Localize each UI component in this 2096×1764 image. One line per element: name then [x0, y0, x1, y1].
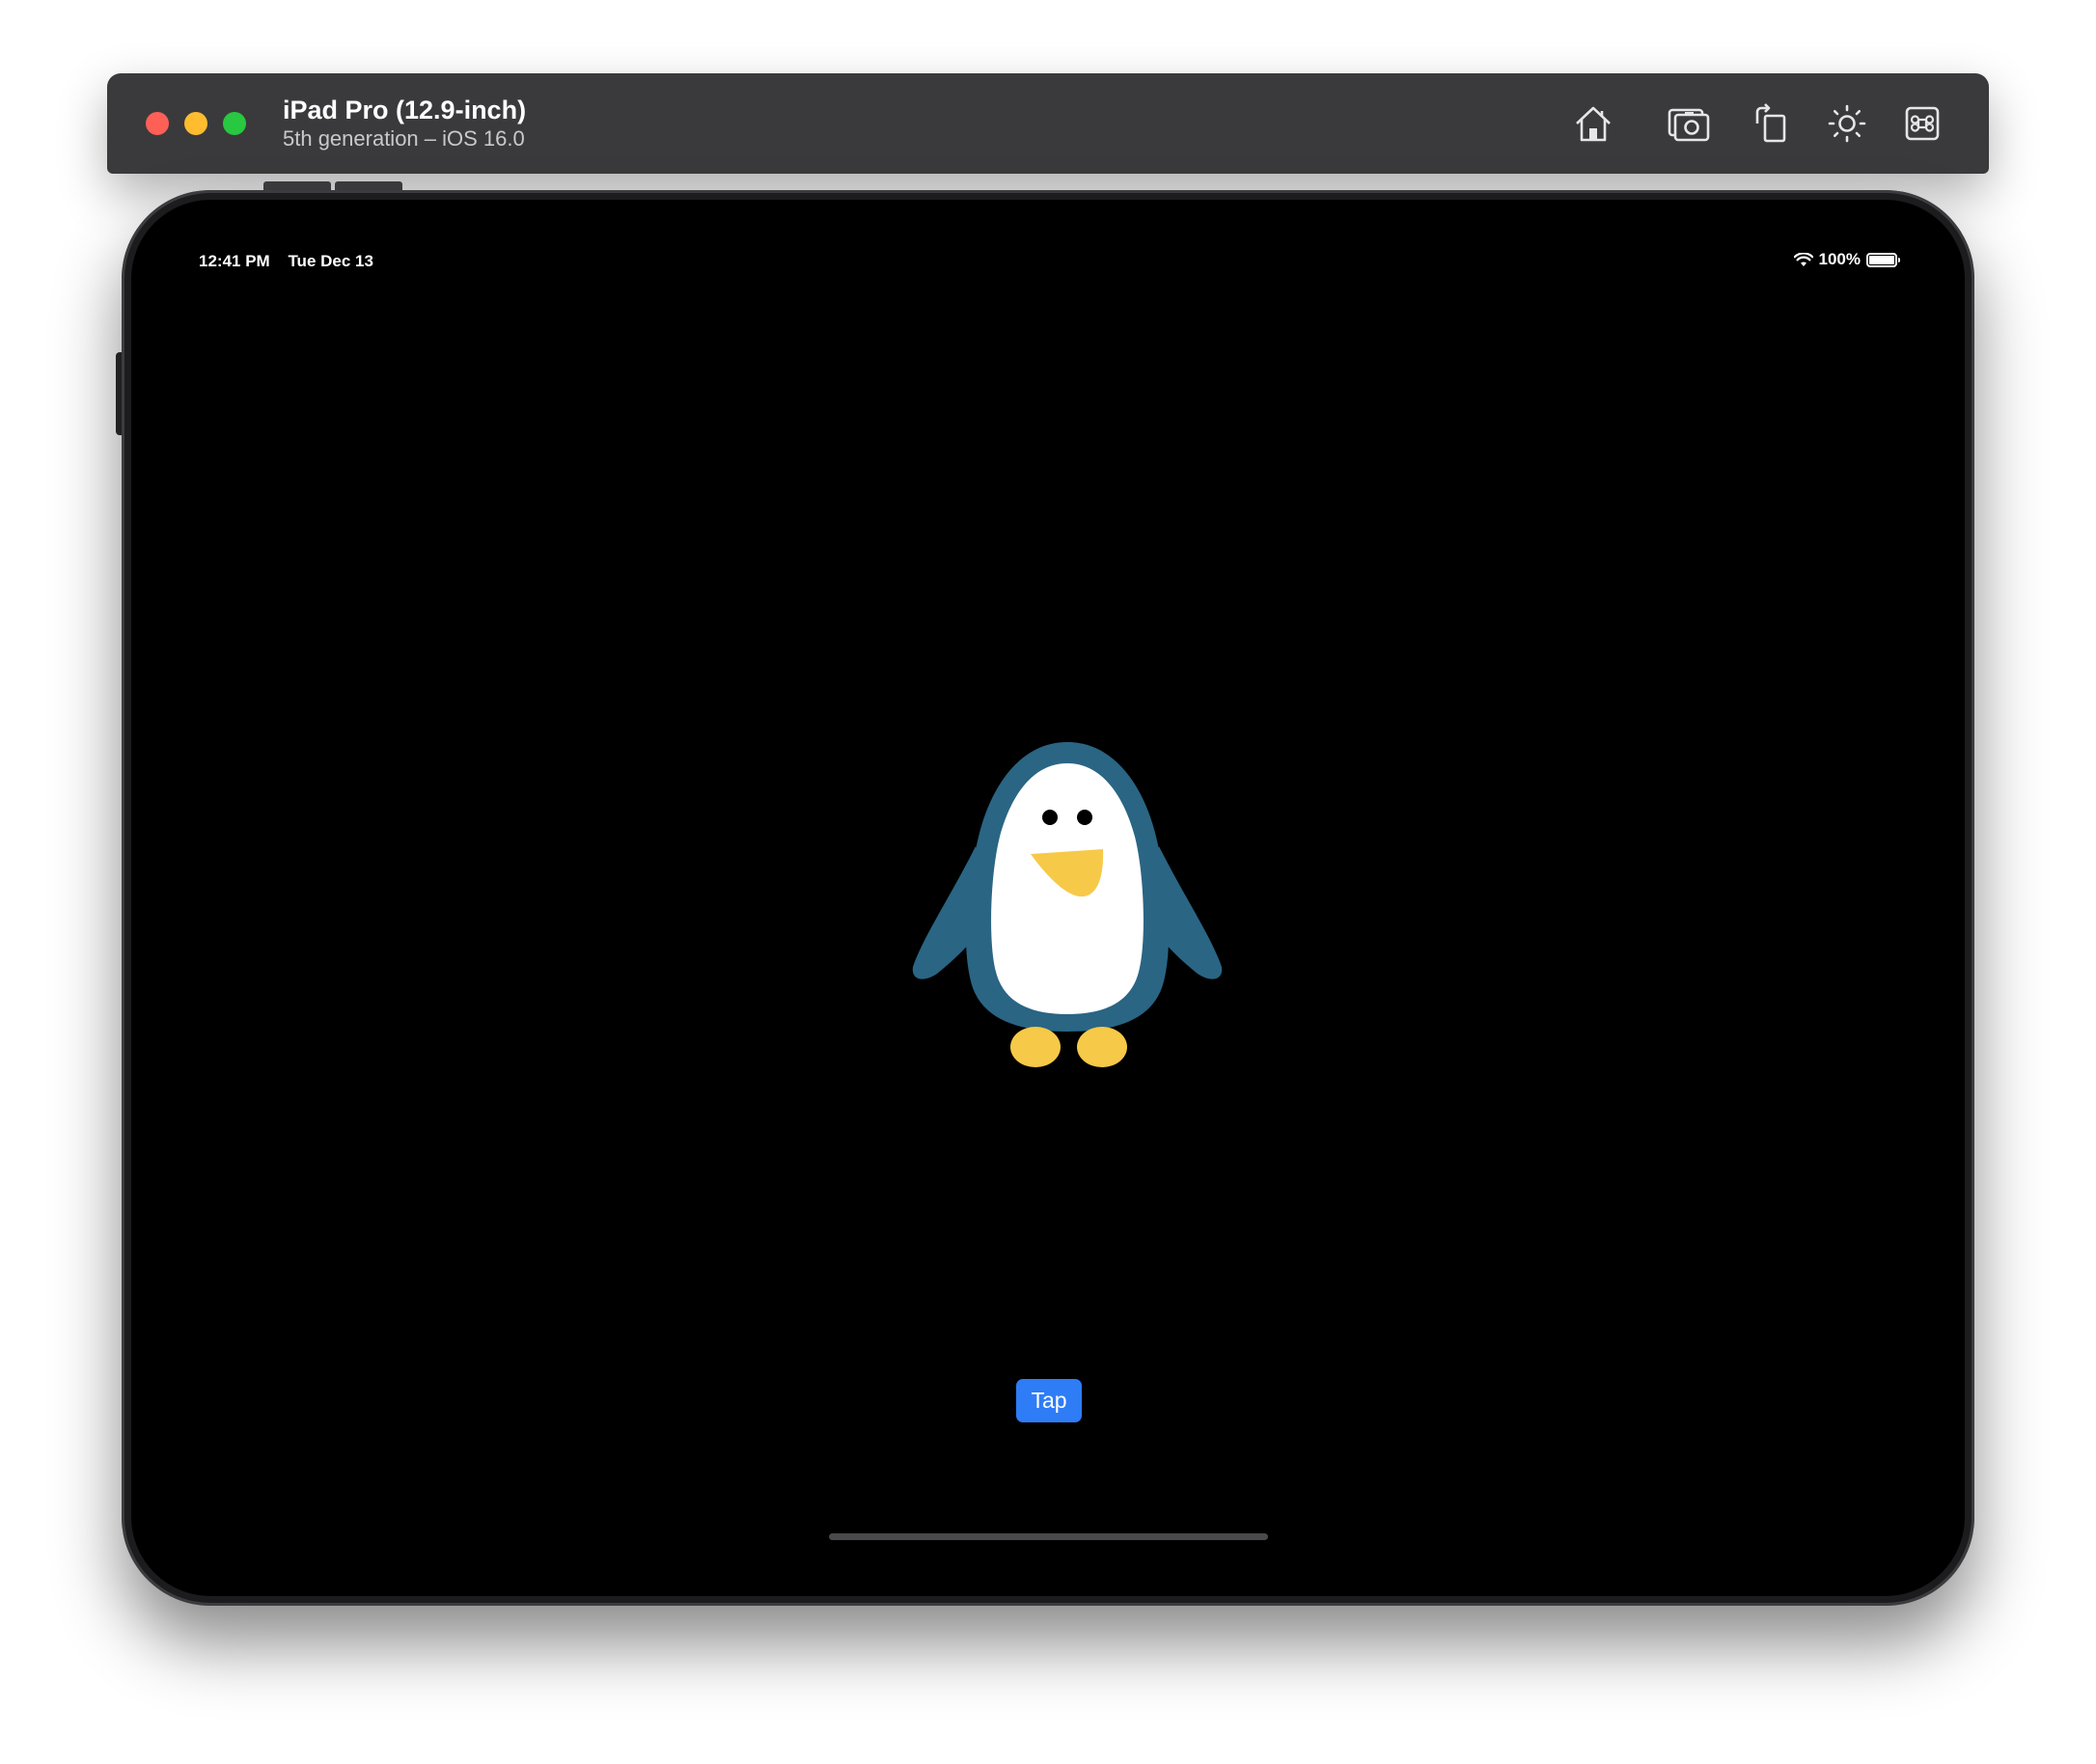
close-window-button[interactable]: [146, 112, 169, 135]
battery-fill: [1869, 255, 1894, 264]
penguin-left-foot: [1010, 1027, 1061, 1067]
penguin-right-eye: [1077, 810, 1092, 825]
tap-button[interactable]: Tap: [1016, 1379, 1082, 1422]
command-icon[interactable]: [1897, 98, 1947, 149]
simulator-title-bar: iPad Pro (12.9-inch) 5th generation – iO…: [107, 73, 1989, 174]
battery-icon: [1866, 252, 1900, 267]
penguin-right-foot: [1077, 1027, 1127, 1067]
device-subtitle: 5th generation – iOS 16.0: [283, 126, 525, 151]
penguin-illustration: [912, 742, 1223, 1067]
penguin-left-eye: [1042, 810, 1058, 825]
rotate-icon[interactable]: [1746, 98, 1796, 149]
status-bar-left: 12:41 PM Tue Dec 13: [199, 252, 373, 271]
minimize-window-button[interactable]: [184, 112, 207, 135]
battery-percent: 100%: [1818, 250, 1861, 268]
window-title: iPad Pro (12.9-inch) 5th generation – iO…: [283, 95, 526, 152]
status-time: 12:41 PM: [199, 252, 270, 270]
volume-buttons: [263, 181, 402, 190]
home-icon[interactable]: [1568, 98, 1618, 149]
device-name: iPad Pro (12.9-inch): [283, 96, 527, 124]
home-indicator[interactable]: [829, 1533, 1268, 1540]
appearance-icon[interactable]: [1822, 98, 1872, 149]
ipad-screen[interactable]: 12:41 PM Tue Dec 13 100% Tap: [131, 200, 1965, 1596]
status-bar-right: 100%: [1793, 250, 1900, 269]
screenshot-icon[interactable]: [1664, 98, 1714, 149]
zoom-window-button[interactable]: [223, 112, 246, 135]
wifi-icon: [1793, 252, 1813, 266]
status-date: Tue Dec 13: [288, 252, 373, 270]
